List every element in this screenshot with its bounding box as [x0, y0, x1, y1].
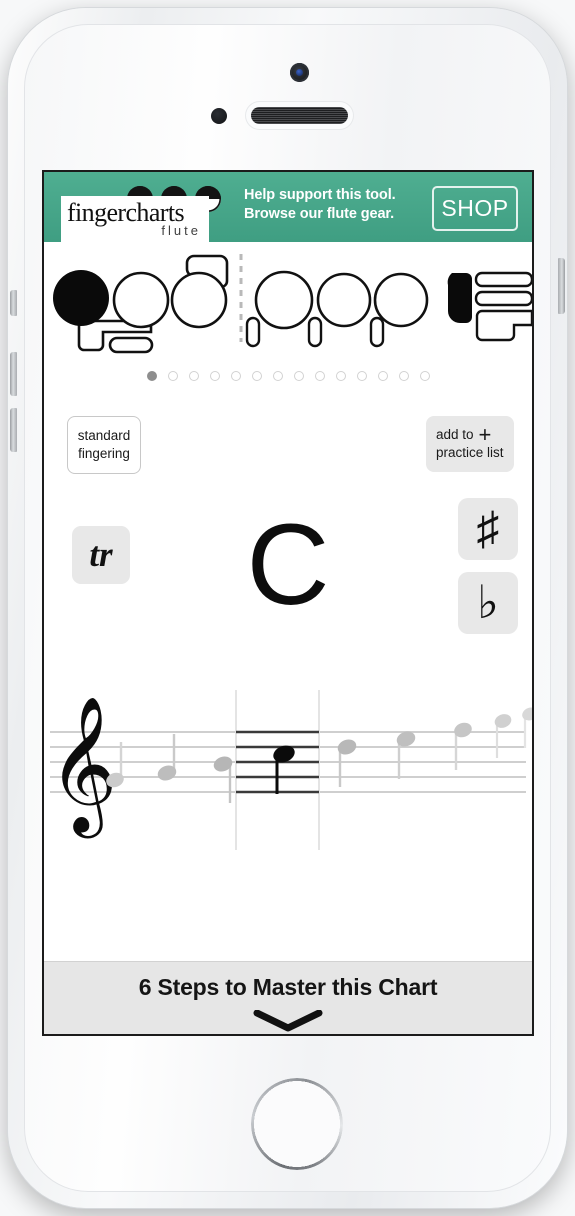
fingering-diagram[interactable] [44, 242, 532, 372]
pager-dot-9[interactable] [314, 371, 325, 381]
add-practice-line1: add to [436, 426, 474, 442]
steps-bar[interactable]: 6 Steps to Master this Chart [44, 961, 532, 1034]
home-button[interactable] [251, 1078, 343, 1170]
shop-button[interactable]: SHOP [432, 186, 518, 231]
flat-button[interactable]: ♭ [458, 572, 518, 634]
standard-fingering-line1: standard [77, 427, 131, 443]
sharp-icon: ♯ [476, 503, 500, 554]
pager-dot-13[interactable] [398, 371, 409, 381]
add-practice-line2: practice list [436, 445, 504, 460]
pager-dot-4[interactable] [209, 371, 220, 381]
front-camera-icon [290, 63, 309, 82]
right-pinky-eb-key-closed [447, 273, 472, 323]
left-middle-key-open [170, 271, 228, 329]
pager-dot-2[interactable] [167, 371, 178, 381]
pager-dot-3[interactable] [188, 371, 199, 381]
pager-dot-11[interactable] [356, 371, 367, 381]
standard-fingering-button[interactable]: standard fingering [67, 416, 141, 474]
pager-dot-14[interactable] [419, 371, 430, 381]
options-row: standard fingering add to + practice lis… [44, 406, 532, 498]
note-next-5 [522, 707, 532, 748]
ad-banner[interactable]: fingercharts flute Help support this too… [44, 172, 532, 248]
fingercharts-logo[interactable]: fingercharts flute [61, 186, 221, 248]
right-pin-key-3 [369, 316, 385, 348]
thumb-b-key-closed [53, 270, 109, 326]
right-foot-key [475, 309, 532, 342]
pager-dot-7[interactable] [272, 371, 283, 381]
right-pin-key-2 [307, 316, 323, 348]
standard-fingering-line2: fingering [78, 446, 130, 461]
ad-copy-line1: Help support this tool. [244, 187, 396, 203]
right-trill-key-2 [474, 290, 532, 307]
pager-dot-1[interactable] [146, 371, 157, 381]
left-index-key-open [112, 271, 170, 329]
pager-dot-12[interactable] [377, 371, 388, 381]
app-screen: fingercharts flute Help support this too… [44, 172, 532, 1034]
steps-label: 6 Steps to Master this Chart [138, 974, 438, 1000]
earpiece-speaker-icon [251, 107, 348, 124]
volume-down-button[interactable] [10, 408, 17, 452]
note-next-4 [494, 714, 512, 758]
logo-instrument-label: flute [161, 223, 201, 238]
music-staff[interactable]: 𝄞 [44, 684, 532, 854]
plus-icon: + [478, 422, 492, 448]
right-middle-key-open [373, 272, 429, 328]
add-to-practice-list-button[interactable]: add to + practice list [426, 416, 514, 472]
left-lower-lever-key [108, 336, 154, 354]
pager-dot-10[interactable] [335, 371, 346, 381]
note-next-2 [396, 731, 416, 779]
pager-dot-5[interactable] [230, 371, 241, 381]
note-prev-2 [157, 734, 177, 781]
ad-copy-line2: Browse our flute gear. [244, 206, 395, 223]
note-current [273, 745, 295, 794]
svg-text:𝄞: 𝄞 [48, 694, 118, 838]
flat-icon: ♭ [477, 577, 499, 628]
pager-dot-6[interactable] [251, 371, 262, 381]
pager-dot-8[interactable] [293, 371, 304, 381]
power-button[interactable] [558, 258, 565, 314]
chevron-down-icon[interactable] [253, 1010, 323, 1032]
proximity-sensor-icon [211, 108, 227, 124]
right-pin-key-1 [245, 316, 261, 348]
right-trill-key-1 [474, 271, 532, 288]
add-practice-top-row: add to + [436, 422, 514, 448]
volume-up-button[interactable] [10, 352, 17, 396]
logo-plate: fingercharts flute [61, 196, 209, 248]
silent-switch[interactable] [10, 290, 17, 316]
ad-copy: Help support this tool. Browse our flute… [244, 186, 396, 225]
sharp-button[interactable]: ♯ [458, 498, 518, 560]
left-ring-key-open [254, 270, 314, 330]
note-area: tr C ♯ ♭ [44, 498, 532, 678]
treble-clef-icon: 𝄞 [48, 694, 118, 838]
right-index-key-open [316, 272, 372, 328]
